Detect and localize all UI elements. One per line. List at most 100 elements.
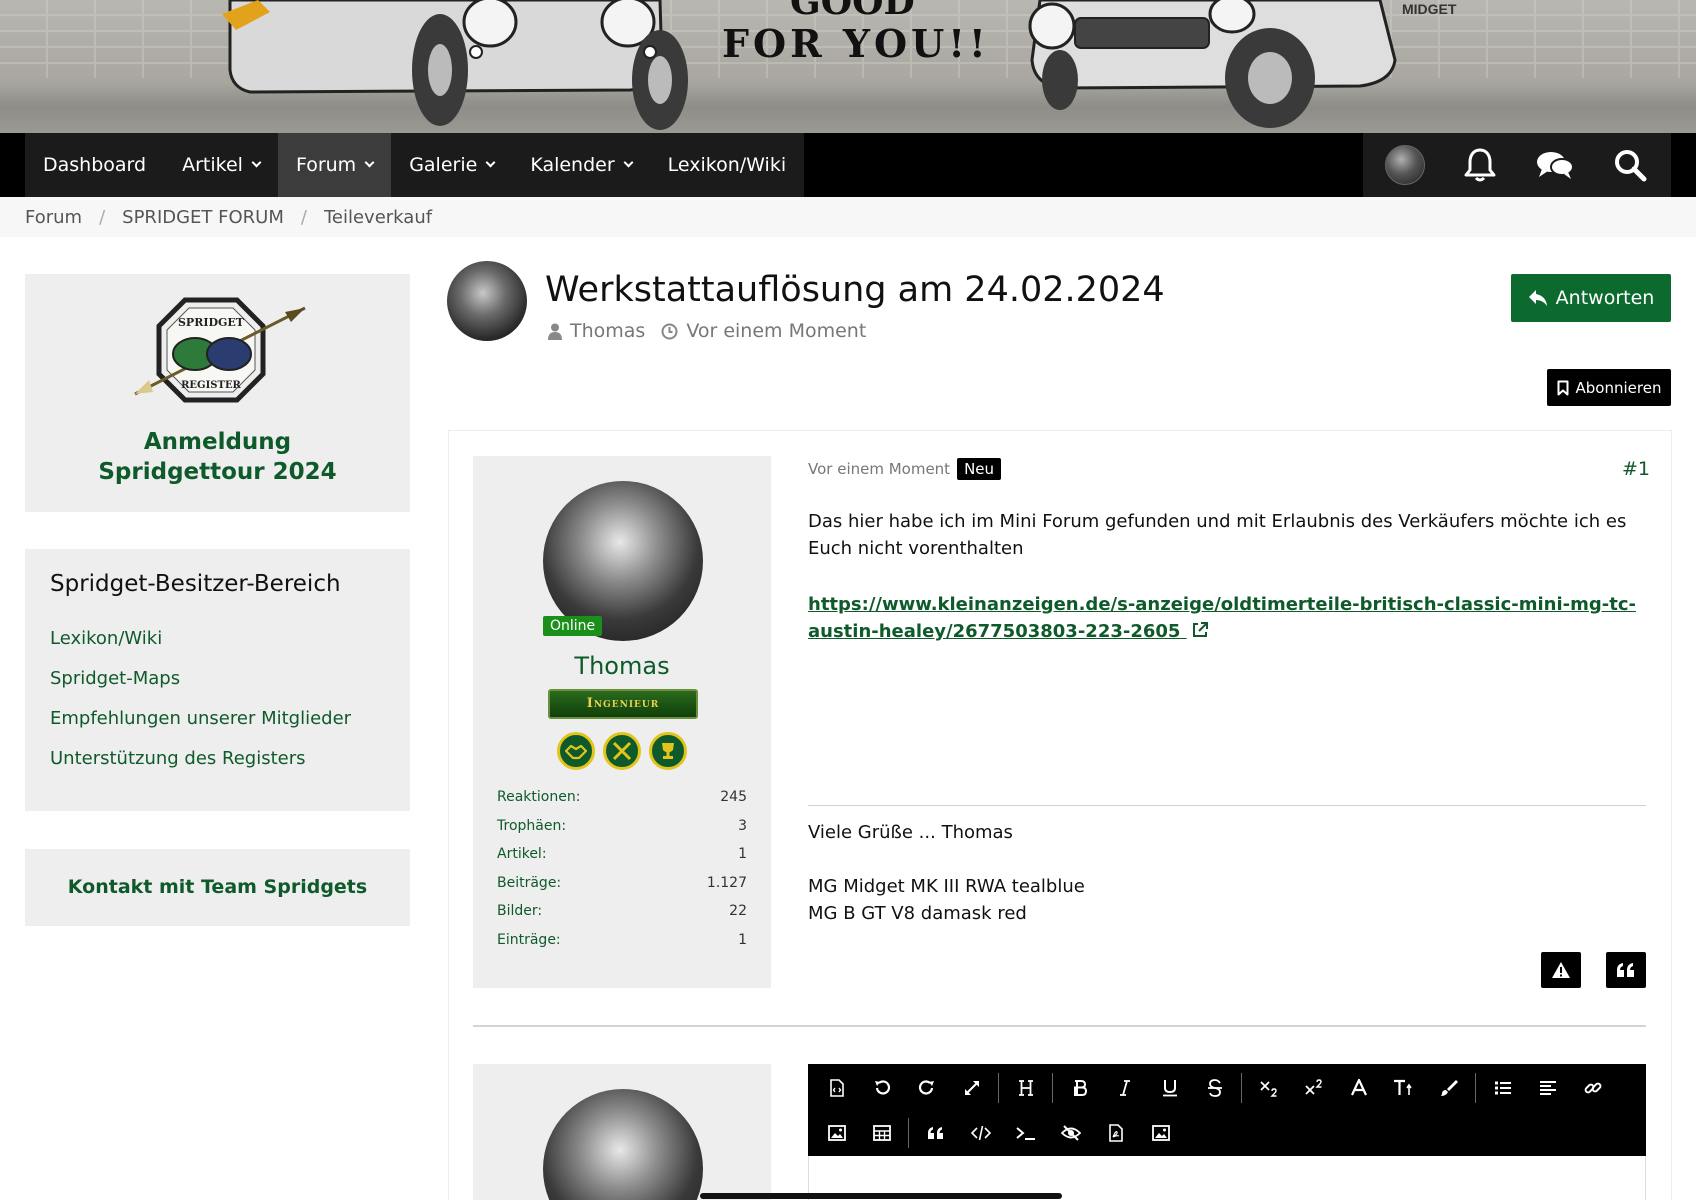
reply-author-card: [473, 1064, 771, 1200]
stat-label[interactable]: Bilder:: [497, 897, 542, 926]
editor-toolbar: [808, 1064, 1646, 1156]
bell-icon: [1464, 148, 1495, 182]
table-icon[interactable]: [859, 1111, 904, 1155]
align-left-icon[interactable]: [1525, 1066, 1570, 1110]
post-external-link[interactable]: https://www.kleinanzeigen.de/s-anzeige/o…: [808, 591, 1646, 645]
nav-item-lexikon[interactable]: Lexikon/Wiki: [650, 133, 804, 197]
thread-author[interactable]: Thomas: [570, 320, 645, 342]
stat-label[interactable]: Trophäen:: [497, 812, 566, 841]
user-icon: [548, 323, 562, 340]
post-time[interactable]: Vor einem Moment: [808, 460, 950, 478]
link-icon[interactable]: [1570, 1066, 1615, 1110]
underline-icon[interactable]: [1147, 1066, 1192, 1110]
sidebar-link-maps[interactable]: Spridget-Maps: [50, 659, 385, 699]
sidebar-link-unterstuetzung[interactable]: Unterstützung des Registers: [50, 739, 385, 779]
stat-row: Reaktionen: 245: [497, 783, 747, 812]
contact-team-link[interactable]: Kontakt mit Team Spridgets: [25, 849, 410, 926]
signature-line: MG Midget MK III RWA tealblue: [808, 876, 1085, 897]
stat-value: 245: [720, 789, 747, 805]
thread-time: Vor einem Moment: [686, 320, 867, 342]
warning-icon: [1552, 962, 1570, 978]
sidebar-box-owners: Spridget-Besitzer-Bereich Lexikon/Wiki S…: [25, 549, 410, 811]
stat-label[interactable]: Artikel:: [497, 840, 547, 869]
chevron-down-icon: [251, 157, 262, 168]
heading-icon[interactable]: [1003, 1066, 1048, 1110]
svg-text:SPRIDGET: SPRIDGET: [178, 316, 245, 329]
breadcrumb-forum[interactable]: Forum: [25, 207, 82, 228]
source-code-icon[interactable]: [814, 1066, 859, 1110]
signature-line: Viele Grüße ... Thomas: [808, 822, 1013, 843]
user-stats: Reaktionen: 245 Trophäen: 3 Artikel: 1 Beit…: [497, 783, 747, 955]
subscript-icon[interactable]: [1246, 1066, 1291, 1110]
sidebar-link-empfehlungen[interactable]: Empfehlungen unserer Mitglieder: [50, 699, 385, 739]
post-permalink[interactable]: #1: [1622, 458, 1650, 480]
thread-title: Werkstattauflösung am 24.02.2024: [545, 270, 1165, 310]
chevron-down-icon: [485, 157, 496, 168]
horizontal-scrollbar[interactable]: [700, 1193, 1062, 1199]
stat-row: Einträge: 1: [497, 926, 747, 955]
stat-value: 1: [738, 931, 747, 948]
gallery-icon[interactable]: [1138, 1111, 1183, 1155]
pdf-icon[interactable]: [1093, 1111, 1138, 1155]
user-menu-button[interactable]: [1375, 133, 1435, 197]
font-icon[interactable]: [1336, 1066, 1381, 1110]
reply-icon: [1528, 290, 1547, 306]
strikethrough-icon[interactable]: [1192, 1066, 1237, 1110]
toolbar-separator: [998, 1073, 999, 1103]
breadcrumb-teileverkauf[interactable]: Teileverkauf: [324, 207, 432, 228]
svg-text:REGISTER: REGISTER: [181, 380, 241, 391]
spridget-register-logo[interactable]: SPRIDGET REGISTER: [125, 296, 315, 406]
report-button[interactable]: [1541, 952, 1581, 988]
trophy-handshake-icon[interactable]: [557, 732, 595, 770]
breadcrumb-spridget-forum[interactable]: SPRIDGET FORUM: [122, 207, 284, 228]
stat-label[interactable]: Beiträge:: [497, 869, 561, 898]
user-rank-badge: Ingenieur: [548, 689, 698, 719]
post-signature: Viele Grüße ... Thomas MG Midget MK III …: [808, 819, 1085, 927]
sidebar-box-tour: SPRIDGET REGISTER Anmeldung Spridgettour…: [25, 274, 410, 512]
thread-author-avatar[interactable]: [447, 261, 527, 341]
paint-brush-icon[interactable]: [1426, 1066, 1471, 1110]
undo-icon[interactable]: [859, 1066, 904, 1110]
terminal-icon[interactable]: [1003, 1111, 1048, 1155]
notifications-button[interactable]: [1450, 133, 1510, 197]
list-icon[interactable]: [1480, 1066, 1525, 1110]
image-icon[interactable]: [814, 1111, 859, 1155]
nav-item-kalender[interactable]: Kalender: [512, 133, 649, 197]
stat-label[interactable]: Einträge:: [497, 926, 561, 955]
sidebar-link-lexikon[interactable]: Lexikon/Wiki: [50, 619, 385, 659]
nav-item-artikel[interactable]: Artikel: [164, 133, 278, 197]
post-link-text[interactable]: https://www.kleinanzeigen.de/s-anzeige/o…: [808, 594, 1636, 642]
signature-line: [808, 846, 1085, 873]
signature-divider: [808, 805, 1646, 806]
font-size-icon[interactable]: [1381, 1066, 1426, 1110]
reply-button[interactable]: Antworten: [1511, 274, 1671, 322]
nav-label: Artikel: [182, 154, 243, 176]
subscribe-button[interactable]: Abonnieren: [1547, 369, 1671, 406]
trophy-cup-icon[interactable]: [649, 732, 687, 770]
breadcrumb-separator: /: [300, 206, 307, 228]
nav-item-dashboard[interactable]: Dashboard: [25, 133, 164, 197]
quote-button[interactable]: [1606, 952, 1646, 988]
toolbar-separator: [1241, 1073, 1242, 1103]
quote-icon[interactable]: [913, 1111, 958, 1155]
nav-item-forum[interactable]: Forum: [277, 133, 392, 197]
tour-registration-link[interactable]: Anmeldung Spridgettour 2024: [25, 427, 410, 487]
post-author-name[interactable]: Thomas: [473, 652, 771, 680]
avatar: [1384, 145, 1425, 185]
search-button[interactable]: [1600, 133, 1660, 197]
stat-label[interactable]: Reaktionen:: [497, 783, 580, 812]
trophy-tools-icon[interactable]: [603, 732, 641, 770]
fullscreen-icon[interactable]: [949, 1066, 994, 1110]
conversations-button[interactable]: [1525, 133, 1585, 197]
italic-icon[interactable]: [1102, 1066, 1147, 1110]
nav-label: Kalender: [530, 154, 615, 176]
slogan-text: GOOD FOR YOU!!: [722, 0, 986, 66]
svg-text:GOOD: GOOD: [790, 0, 915, 23]
superscript-icon[interactable]: [1291, 1066, 1336, 1110]
code-icon[interactable]: [958, 1111, 1003, 1155]
bold-icon[interactable]: [1057, 1066, 1102, 1110]
redo-icon[interactable]: [904, 1066, 949, 1110]
stat-row: Bilder: 22: [497, 897, 747, 926]
nav-item-galerie[interactable]: Galerie: [391, 133, 512, 197]
eye-slash-icon[interactable]: [1048, 1111, 1093, 1155]
